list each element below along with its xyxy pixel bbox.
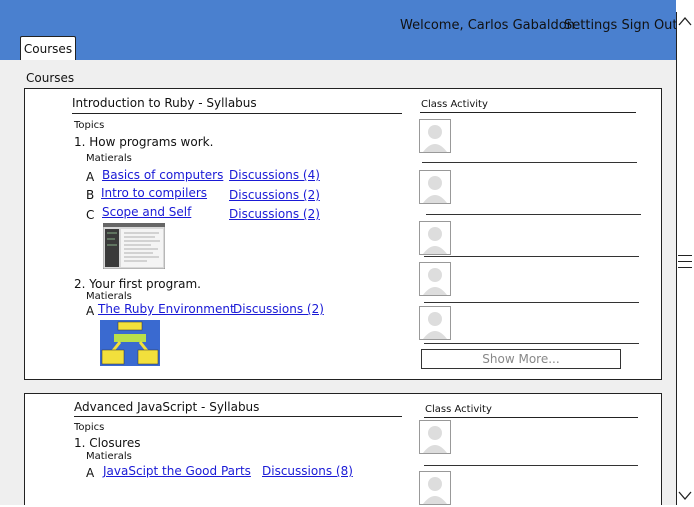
topic-title: 1. How programs work. <box>74 135 214 149</box>
avatar[interactable] <box>419 119 451 153</box>
avatar[interactable] <box>419 170 451 204</box>
material-letter: A <box>86 170 95 184</box>
discussions-link[interactable]: Discussions (2) <box>229 207 320 221</box>
chevron-up-icon[interactable] <box>677 14 693 30</box>
courses-heading: Courses <box>26 71 75 85</box>
activity-separator <box>426 214 641 215</box>
discussions-link[interactable]: Discussions (2) <box>229 188 320 202</box>
title-underline <box>72 113 402 114</box>
topic-title: 2. Your first program. <box>74 277 201 291</box>
avatar[interactable] <box>419 471 451 505</box>
material-link[interactable]: Scope and Self <box>102 205 191 219</box>
chevron-down-icon[interactable] <box>677 487 693 503</box>
activity-separator <box>424 343 639 344</box>
welcome-text: Welcome, Carlos Gabaldon <box>400 18 575 33</box>
avatar[interactable] <box>419 420 451 454</box>
material-link[interactable]: JavaScipt the Good Parts <box>103 464 251 478</box>
tab-courses[interactable]: Courses <box>20 36 76 61</box>
material-letter: B <box>86 188 95 202</box>
discussions-link[interactable]: Discussions (2) <box>233 302 324 316</box>
course-title[interactable]: Advanced JavaScript - Syllabus <box>74 400 259 414</box>
settings-signout-links[interactable]: Settings Sign Out <box>564 18 678 33</box>
avatar[interactable] <box>419 306 451 340</box>
material-link[interactable]: Basics of computers <box>102 168 223 182</box>
material-link[interactable]: The Ruby Environment <box>98 302 235 316</box>
discussions-link[interactable]: Discussions (8) <box>262 464 353 478</box>
material-link[interactable]: Intro to compilers <box>101 186 207 200</box>
diagram-thumbnail[interactable] <box>100 320 160 366</box>
show-more-button[interactable]: Show More... <box>421 349 621 369</box>
course-title[interactable]: Introduction to Ruby - Syllabus <box>72 96 257 110</box>
topic-title: 1. Closures <box>74 436 141 450</box>
topics-label: Topics <box>74 422 105 433</box>
activity-underline <box>420 112 636 113</box>
activity-underline <box>424 417 638 418</box>
avatar[interactable] <box>419 262 451 296</box>
avatar[interactable] <box>419 221 451 255</box>
material-letter: C <box>86 208 95 222</box>
materials-label: Matierals <box>86 291 132 302</box>
class-activity-label: Class Activity <box>425 404 492 415</box>
class-activity-label: Class Activity <box>421 99 488 110</box>
activity-separator <box>422 162 637 163</box>
scrollbar-thumb[interactable] <box>678 250 692 270</box>
activity-separator <box>424 465 638 466</box>
material-letter: A <box>86 304 95 318</box>
screenshot-thumbnail[interactable] <box>102 222 166 270</box>
materials-label: Matierals <box>86 451 132 462</box>
material-letter: A <box>86 466 95 480</box>
topics-label: Topics <box>74 120 105 131</box>
discussions-link[interactable]: Discussions (4) <box>229 168 320 182</box>
activity-separator <box>424 256 639 257</box>
title-underline <box>74 416 402 417</box>
materials-label: Matierals <box>86 153 132 164</box>
activity-separator <box>424 302 639 303</box>
